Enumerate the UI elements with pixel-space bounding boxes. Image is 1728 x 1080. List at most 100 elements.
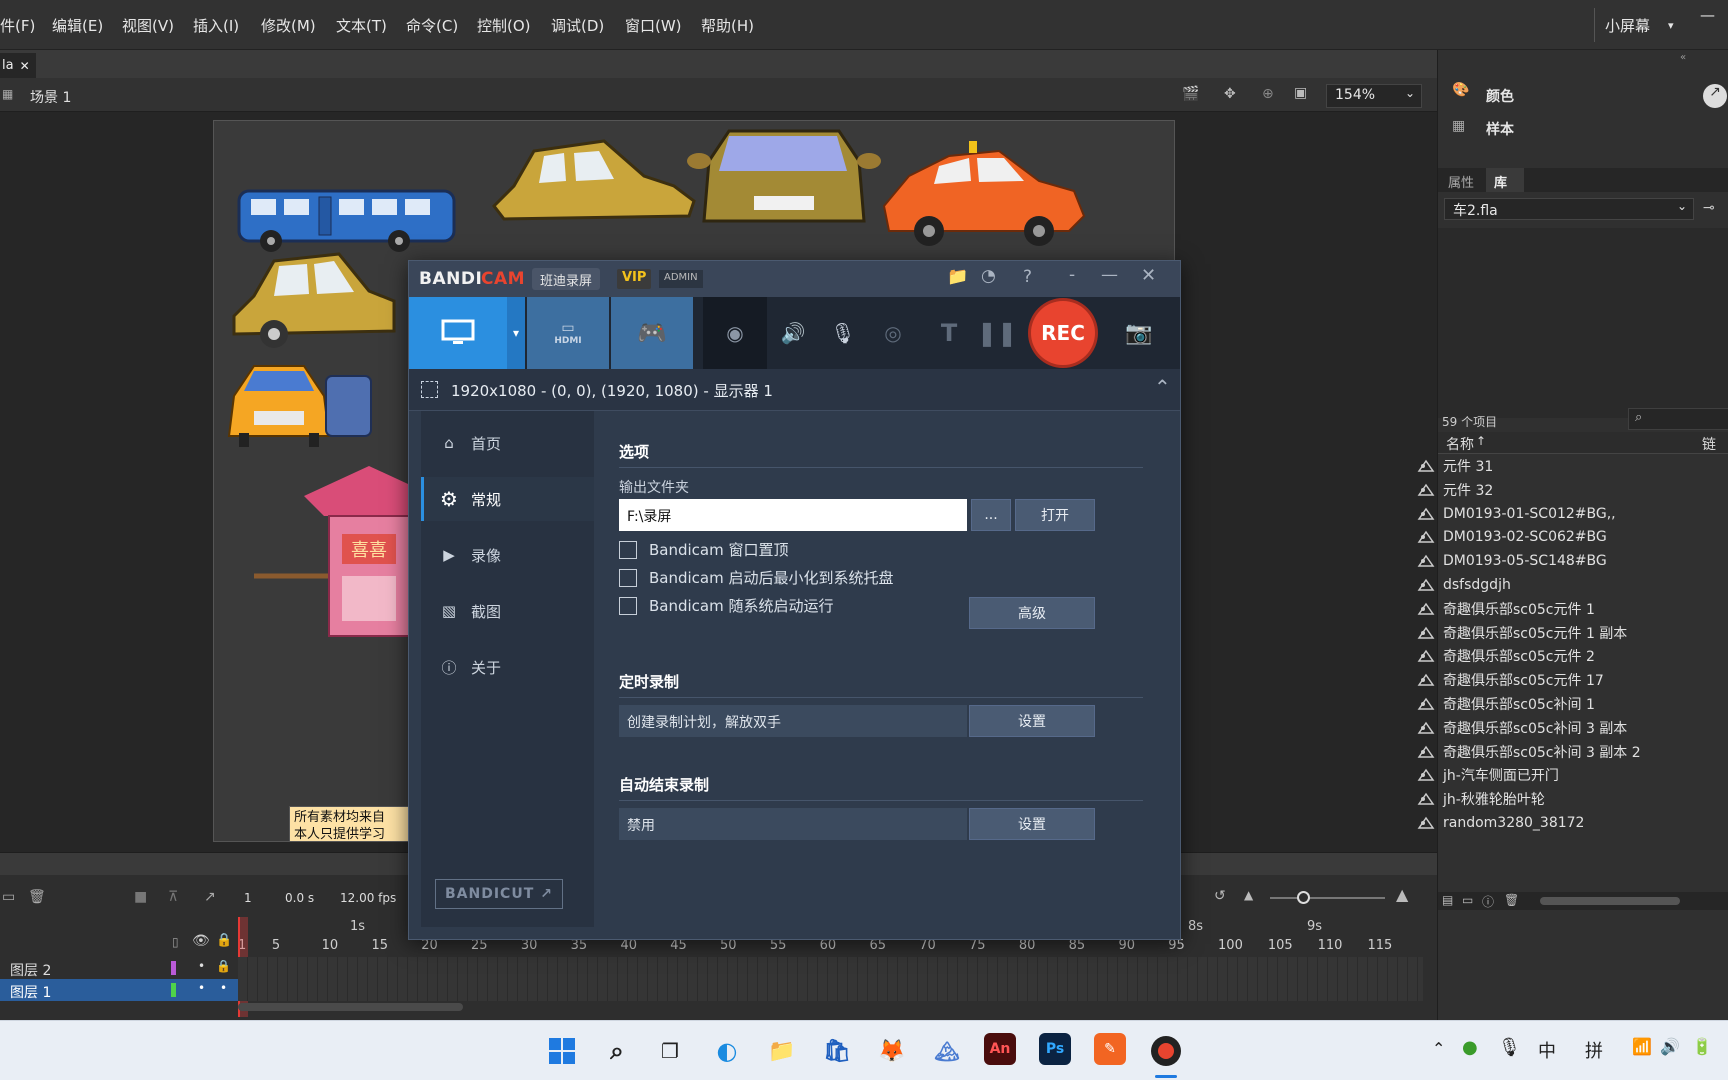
timeline-scrollbar[interactable]	[238, 1003, 463, 1011]
library-search-input[interactable]: ⌕	[1628, 408, 1728, 430]
timeline-zoom-handle[interactable]	[1297, 891, 1310, 904]
library-item[interactable]: DM0193-02-SC062#BG	[1417, 526, 1607, 548]
zoom-out-icon[interactable]: ▲	[1244, 888, 1253, 902]
checkbox-box[interactable]	[619, 540, 637, 559]
trash-icon[interactable]: 🗑	[1504, 893, 1519, 907]
edit-symbol-icon[interactable]: ✥	[1224, 86, 1236, 102]
pause-button[interactable]: ❚❚	[975, 297, 1019, 369]
expand-icon[interactable]: ↗	[1703, 84, 1727, 108]
library-item[interactable]: 奇趣俱乐部sc05c元件 2	[1417, 645, 1595, 667]
menu-file[interactable]: 件(F)	[0, 15, 35, 36]
menu-edit[interactable]: 编辑(E)	[52, 15, 103, 36]
current-frame[interactable]: 1	[244, 891, 252, 905]
library-item[interactable]: jh-汽车侧面已开门	[1417, 764, 1559, 786]
tab-properties[interactable]: 属性	[1448, 172, 1474, 191]
menu-window[interactable]: 窗口(W)	[625, 15, 682, 36]
menu-help[interactable]: 帮助(H)	[701, 15, 754, 36]
checkbox-box[interactable]	[619, 596, 637, 615]
library-item[interactable]: 奇趣俱乐部sc05c元件 17	[1417, 669, 1604, 691]
close-icon[interactable]: ✕	[20, 59, 30, 73]
firefox-icon[interactable]: 🦊	[874, 1033, 910, 1069]
palette-icon[interactable]: 🎨	[1452, 82, 1469, 98]
minimize-to-tray-checkbox[interactable]: Bandicam 启动后最小化到系统托盘	[619, 567, 894, 588]
menu-text[interactable]: 文本(T)	[336, 15, 387, 36]
edit-scene-icon[interactable]: 🎬	[1182, 86, 1199, 102]
ime-pinyin[interactable]: 拼	[1585, 1037, 1603, 1063]
camera-icon[interactable]: ■	[134, 889, 147, 905]
clip-icon[interactable]: ▣	[1294, 85, 1307, 101]
color-label[interactable]: 颜色	[1486, 86, 1514, 106]
eye-icon[interactable]: 👁	[192, 933, 210, 949]
nav-home[interactable]: ⌂ 首页	[421, 421, 594, 465]
library-item[interactable]: DM0193-01-SC012#BG,,	[1417, 503, 1616, 525]
menu-debug[interactable]: 调试(D)	[551, 15, 604, 36]
store-icon[interactable]: 🛍	[819, 1033, 855, 1069]
menu-command[interactable]: 命令(C)	[406, 15, 458, 36]
text-overlay-button[interactable]: T	[927, 297, 971, 369]
library-item[interactable]: 元件 32	[1417, 479, 1493, 501]
menu-view[interactable]: 视图(V)	[122, 15, 174, 36]
trash-icon[interactable]: 🗑	[28, 889, 46, 905]
library-item[interactable]: 元件 31	[1417, 455, 1493, 477]
parent-icon[interactable]: ⊼	[168, 889, 178, 905]
layer-name[interactable]: 图层 1	[10, 982, 51, 1002]
nav-screenshot[interactable]: ▧ 截图	[421, 589, 594, 633]
visible-dot[interactable]: •	[198, 981, 205, 995]
library-item[interactable]: 奇趣俱乐部sc05c补间 3 副本	[1417, 717, 1627, 739]
mini-mode-icon[interactable]: -	[1069, 265, 1075, 285]
speaker-button[interactable]: 🔊	[771, 297, 815, 369]
bandicam-titlebar[interactable]: BANDI CAM 班迪录屏 VIP ADMIN 📁 ◔ ? - — ✕	[409, 261, 1180, 297]
game-mode-button[interactable]: 🎮	[611, 297, 693, 369]
photoshop-icon[interactable]: Ps	[1039, 1033, 1071, 1065]
zoom-select[interactable]: 154% ⌄	[1326, 84, 1422, 108]
library-item[interactable]: 奇趣俱乐部sc05c补间 1	[1417, 693, 1595, 715]
library-item[interactable]: 奇趣俱乐部sc05c补间 3 副本 2	[1417, 741, 1641, 763]
ime-chinese[interactable]: 中	[1538, 1037, 1556, 1063]
timeline-zoom-slider[interactable]	[1270, 897, 1385, 899]
always-on-top-checkbox[interactable]: Bandicam 窗口置顶	[619, 539, 789, 560]
library-item[interactable]: DM0193-05-SC148#BG	[1417, 550, 1607, 572]
menu-modify[interactable]: 修改(M)	[261, 15, 316, 36]
file-explorer-icon[interactable]: 📁	[764, 1033, 800, 1069]
workspace-switcher[interactable]: 小屏幕	[1605, 15, 1650, 36]
chevron-up-icon[interactable]: ⌃	[1154, 375, 1171, 399]
swatches-icon[interactable]: ▦	[1452, 118, 1465, 134]
lock-dot[interactable]: •	[220, 981, 227, 995]
frame-rate[interactable]: 12.00 fps	[340, 891, 396, 905]
minimize-icon[interactable]: —	[1700, 6, 1715, 24]
lock-icon[interactable]: 🔒	[216, 959, 231, 973]
frame-grid[interactable]	[238, 957, 1423, 1001]
nav-about[interactable]: ⓘ 关于	[421, 645, 594, 689]
col-name[interactable]: 名称	[1446, 434, 1474, 454]
wifi-icon[interactable]: 📶	[1632, 1037, 1652, 1056]
library-scrollbar[interactable]	[1540, 897, 1680, 905]
checkbox-box[interactable]	[619, 568, 637, 587]
library-item[interactable]: random3280_38172	[1417, 812, 1584, 834]
photos-icon[interactable]: 🏔	[929, 1033, 965, 1069]
advanced-button[interactable]: 高级	[969, 597, 1095, 629]
timer-settings-button[interactable]: 设置	[969, 705, 1095, 737]
library-doc-select[interactable]: 车2.fla ⌄	[1444, 198, 1694, 220]
layer-row[interactable]: 图层 2 • 🔒	[0, 957, 238, 979]
run-on-startup-checkbox[interactable]: Bandicam 随系统启动运行	[619, 595, 834, 616]
cursor-effect-button[interactable]: ◎	[871, 297, 915, 369]
graph-icon[interactable]: ↗	[204, 889, 216, 905]
swatch-label[interactable]: 样本	[1486, 119, 1514, 139]
visible-dot[interactable]: •	[198, 959, 205, 973]
bandicut-button[interactable]: BANDICUT ↗	[435, 879, 563, 909]
close-icon[interactable]: ✕	[1141, 265, 1156, 286]
chevron-up-icon[interactable]: ⌃	[1432, 1039, 1445, 1058]
menu-control[interactable]: 控制(O)	[477, 15, 531, 36]
hdmi-mode-button[interactable]: ▭ HDMI	[527, 297, 609, 369]
rec-button[interactable]: REC	[1027, 297, 1099, 369]
layer-row-selected[interactable]: 图层 1 • •	[0, 979, 238, 1001]
security-icon[interactable]: ●	[1462, 1037, 1478, 1058]
nav-general[interactable]: ⚙ 常规	[421, 477, 594, 521]
new-layer-icon[interactable]: ▭	[2, 889, 15, 905]
autostop-settings-button[interactable]: 设置	[969, 808, 1095, 840]
task-view-icon[interactable]: ❐	[652, 1033, 688, 1069]
volume-icon[interactable]: 🔊	[1660, 1037, 1680, 1056]
screenshot-button[interactable]: 📷	[1109, 297, 1169, 369]
edge-icon[interactable]: ◐	[709, 1033, 745, 1069]
tab-library[interactable]: 库	[1486, 168, 1524, 192]
